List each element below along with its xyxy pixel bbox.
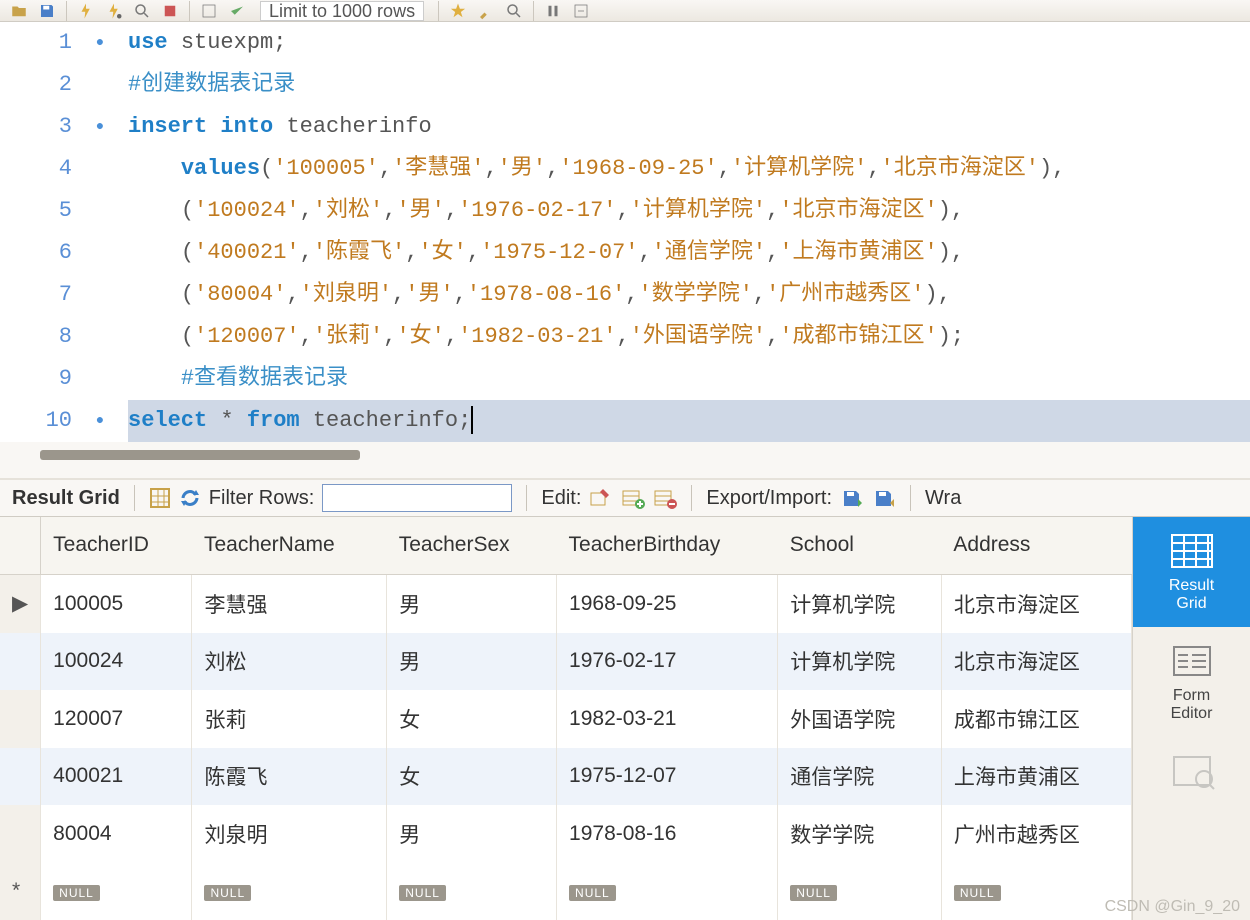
refresh-icon[interactable] — [179, 487, 201, 509]
export-label: Export/Import: — [706, 487, 832, 510]
stop-icon[interactable] — [159, 2, 181, 20]
grid-view-icon[interactable] — [149, 487, 171, 509]
brush-icon[interactable] — [475, 2, 497, 20]
editor-hscrollbar[interactable] — [40, 450, 380, 470]
star-icon[interactable] — [447, 2, 469, 20]
sidepanel-form-editor[interactable]: Form Editor — [1133, 627, 1250, 737]
col-header[interactable]: School — [778, 517, 942, 574]
edit-row-icon[interactable] — [589, 487, 613, 509]
col-header[interactable]: TeacherID — [41, 517, 192, 574]
commit-icon[interactable] — [226, 2, 248, 20]
export-icon[interactable] — [840, 487, 864, 509]
result-toolbar: Result Grid Filter Rows: Edit: Export/Im… — [0, 478, 1250, 517]
sidepanel-form-editor-label: Form Editor — [1171, 687, 1213, 723]
table-row[interactable]: 400021陈霞飞女1975-12-07通信学院上海市黄浦区 — [0, 748, 1132, 805]
filter-input[interactable] — [322, 484, 512, 512]
magnifier-lightning-icon[interactable] — [131, 2, 153, 20]
table-row[interactable]: 100024刘松男1976-02-17计算机学院北京市海淀区 — [0, 633, 1132, 690]
col-header[interactable]: TeacherSex — [387, 517, 557, 574]
code-area[interactable]: use stuexpm;#创建数据表记录insert into teacheri… — [120, 22, 1250, 442]
edit-label: Edit: — [541, 487, 581, 510]
table-row[interactable]: *NULLNULLNULLNULLNULLNULL — [0, 862, 1132, 920]
breakpoint-gutter[interactable] — [80, 22, 120, 442]
filter-label: Filter Rows: — [209, 487, 315, 510]
sidepanel-result-grid[interactable]: Result Grid — [1133, 517, 1250, 627]
sidepanel-field-types[interactable] — [1133, 737, 1250, 805]
import-icon[interactable] — [872, 487, 896, 509]
pause-icon[interactable] — [542, 2, 564, 20]
table-row[interactable]: ▶100005李慧强男1968-09-25计算机学院北京市海淀区 — [0, 574, 1132, 632]
result-grid-label: Result Grid — [12, 487, 120, 510]
table-row[interactable]: 80004刘泉明男1978-08-16数学学院广州市越秀区 — [0, 805, 1132, 862]
limit-select[interactable]: Limit to 1000 rows — [260, 1, 424, 21]
col-header[interactable]: TeacherName — [192, 517, 387, 574]
watermark: CSDN @Gin_9_20 — [1105, 898, 1240, 916]
line-gutter: 12345678910 — [0, 22, 80, 442]
lightning-icon[interactable] — [75, 2, 97, 20]
result-grid[interactable]: TeacherIDTeacherNameTeacherSexTeacherBir… — [0, 517, 1132, 920]
result-sidepanel: Result Grid Form Editor — [1132, 517, 1250, 920]
wrap-label: Wra — [925, 487, 961, 510]
open-icon[interactable] — [8, 2, 30, 20]
sql-editor[interactable]: 12345678910 use stuexpm;#创建数据表记录insert i… — [0, 22, 1250, 442]
explain-icon[interactable] — [198, 2, 220, 20]
search-icon[interactable] — [503, 2, 525, 20]
lightning-cursor-icon[interactable] — [103, 2, 125, 20]
save-icon[interactable] — [36, 2, 58, 20]
delete-row-icon[interactable] — [653, 487, 677, 509]
collapse-icon[interactable] — [570, 2, 592, 20]
col-header[interactable]: TeacherBirthday — [557, 517, 778, 574]
main-toolbar: Limit to 1000 rows — [0, 0, 1250, 22]
sidepanel-result-grid-label: Result Grid — [1169, 577, 1214, 613]
table-row[interactable]: 120007张莉女1982-03-21外国语学院成都市锦江区 — [0, 690, 1132, 747]
add-row-icon[interactable] — [621, 487, 645, 509]
col-header[interactable]: Address — [941, 517, 1131, 574]
